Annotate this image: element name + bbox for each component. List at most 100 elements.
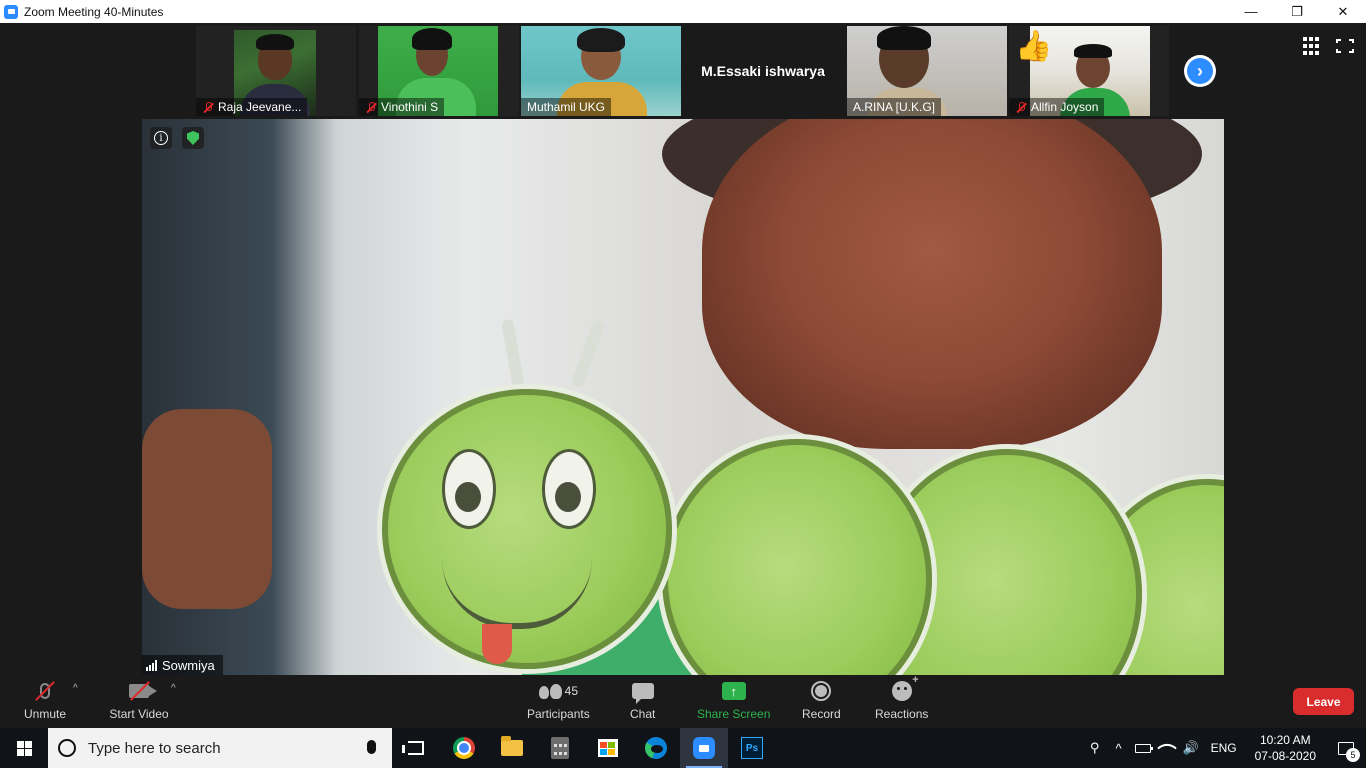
participant-label: A.RINA [U.K.G] — [847, 98, 942, 116]
notification-count-badge: 5 — [1346, 748, 1360, 762]
system-tray: ⚲ ^ 🔊 ENG 10:20 AM 07-08-2020 5 — [1083, 728, 1366, 768]
microsoft-store-icon — [598, 739, 618, 757]
meeting-info-button[interactable]: i — [150, 127, 172, 149]
edge-taskbar-button[interactable] — [632, 728, 680, 768]
window-controls: — ❐ ✕ — [1228, 0, 1366, 23]
cortana-search-icon — [58, 739, 76, 757]
microphone-icon[interactable] — [367, 740, 376, 754]
record-icon — [811, 681, 832, 701]
action-center-button[interactable]: 5 — [1326, 728, 1366, 768]
restore-button[interactable]: ❐ — [1274, 0, 1320, 23]
speaker-name: Sowmiya — [162, 657, 215, 673]
task-view-button[interactable] — [392, 728, 440, 768]
thumbs-up-reaction-icon: 👍 — [1015, 30, 1053, 63]
meeting-area: Raja Jeevane... Vinothini S Muthamil UKG… — [0, 23, 1366, 675]
participant-thumbnail[interactable]: A.RINA [U.K.G] — [847, 26, 1007, 116]
reactions-icon — [891, 674, 919, 701]
folder-icon — [501, 736, 523, 756]
participant-name: Vinothini S — [381, 100, 439, 114]
participants-label: Participants — [527, 707, 590, 721]
chat-label: Chat — [630, 707, 656, 721]
clock-time: 10:20 AM — [1259, 733, 1311, 747]
clock[interactable]: 10:20 AM 07-08-2020 — [1245, 732, 1326, 764]
calculator-taskbar-button[interactable] — [536, 728, 584, 768]
participant-thumbnail[interactable]: 👍 Allfin Joyson — [1009, 26, 1169, 116]
chat-button[interactable]: Chat — [630, 679, 655, 721]
zoom-taskbar-button[interactable] — [680, 728, 728, 768]
participant-name: A.RINA [U.K.G] — [853, 100, 936, 114]
share-screen-label: Share Screen — [697, 707, 771, 721]
share-screen-icon: ↑ — [721, 682, 746, 700]
volume-icon[interactable]: 🔊 — [1179, 728, 1203, 768]
participant-name-tile[interactable]: M.Essaki ishwarya — [683, 26, 843, 116]
wifi-icon[interactable] — [1155, 728, 1179, 768]
windows-logo-icon — [16, 740, 32, 756]
input-language[interactable]: ENG — [1203, 741, 1245, 755]
security-shield-button[interactable] — [182, 127, 204, 149]
reactions-label: Reactions — [875, 707, 929, 721]
record-label: Record — [802, 707, 841, 721]
participant-label: Muthamil UKG — [521, 98, 612, 116]
participant-thumbnail[interactable]: Raja Jeevane... — [196, 26, 356, 116]
photoshop-taskbar-button[interactable]: Ps — [728, 728, 776, 768]
record-button[interactable]: Record — [802, 679, 841, 721]
info-icon: i — [154, 131, 168, 145]
zoom-icon — [693, 737, 715, 759]
chrome-taskbar-button[interactable] — [440, 728, 488, 768]
calculator-icon — [551, 737, 569, 759]
meeting-toolbar: Unmute ^ Start Video ^ 45 Participants C… — [0, 674, 1366, 728]
participant-name: Allfin Joyson — [1031, 100, 1099, 114]
chat-icon — [631, 683, 654, 704]
participant-label: Vinothini S — [359, 98, 445, 116]
share-screen-button[interactable]: ↑ Share Screen — [697, 679, 770, 721]
window-title: Zoom Meeting 40-Minutes — [24, 4, 164, 19]
shield-icon — [187, 131, 199, 145]
participant-thumbnail[interactable]: Vinothini S — [359, 26, 519, 116]
battery-icon[interactable] — [1131, 728, 1155, 768]
participant-thumbnail[interactable]: Muthamil UKG — [521, 26, 681, 116]
audio-options-caret[interactable]: ^ — [73, 683, 78, 694]
task-view-icon — [402, 741, 424, 755]
show-hidden-icons-chevron-icon[interactable]: ^ — [1107, 728, 1131, 768]
reactions-button[interactable]: Reactions — [875, 674, 929, 721]
window-titlebar: Zoom Meeting 40-Minutes — ❐ ✕ — [0, 0, 1366, 23]
chrome-icon — [453, 737, 475, 759]
people-icon[interactable]: ⚲ — [1083, 728, 1107, 768]
store-taskbar-button[interactable] — [584, 728, 632, 768]
clock-date: 07-08-2020 — [1254, 749, 1316, 763]
chevron-right-icon: › — [1187, 58, 1213, 84]
photoshop-icon: Ps — [741, 737, 763, 759]
muted-mic-icon — [365, 101, 377, 113]
participant-label: Raja Jeevane... — [196, 98, 308, 116]
video-options-caret[interactable]: ^ — [171, 683, 176, 694]
participant-name: Muthamil UKG — [527, 100, 606, 114]
active-speaker-video: i Sowmiya — [142, 119, 1224, 675]
next-page-button[interactable]: › — [1184, 55, 1216, 87]
fullscreen-icon[interactable] — [1332, 35, 1358, 57]
file-explorer-taskbar-button[interactable] — [488, 728, 536, 768]
gallery-view-icon[interactable] — [1300, 37, 1322, 55]
windows-taskbar: Type here to search Ps ⚲ ^ 🔊 ENG 10:20 A… — [0, 728, 1366, 768]
speaker-label: Sowmiya — [142, 655, 223, 675]
minimize-button[interactable]: — — [1228, 0, 1274, 23]
participant-name: Raja Jeevane... — [218, 100, 302, 114]
edge-icon — [645, 737, 667, 759]
participants-button[interactable]: 45 Participants — [527, 679, 590, 721]
close-button[interactable]: ✕ — [1320, 0, 1366, 23]
participant-label: Allfin Joyson — [1009, 98, 1105, 116]
start-video-label: Start Video — [109, 707, 169, 721]
unmute-button[interactable]: Unmute — [24, 679, 66, 721]
search-placeholder: Type here to search — [88, 739, 221, 757]
start-video-button[interactable]: Start Video — [109, 679, 169, 721]
participant-name: M.Essaki ishwarya — [701, 63, 825, 79]
start-button[interactable] — [0, 728, 48, 768]
taskbar-search-box[interactable]: Type here to search — [48, 728, 392, 768]
leave-meeting-button[interactable]: Leave — [1293, 688, 1354, 715]
zoom-app-icon — [4, 4, 18, 19]
unmute-label: Unmute — [24, 707, 67, 721]
muted-mic-icon — [25, 679, 65, 703]
muted-mic-icon — [202, 101, 214, 113]
participants-icon — [538, 683, 562, 699]
signal-strength-icon — [146, 659, 157, 671]
participants-count: 45 — [564, 684, 579, 698]
